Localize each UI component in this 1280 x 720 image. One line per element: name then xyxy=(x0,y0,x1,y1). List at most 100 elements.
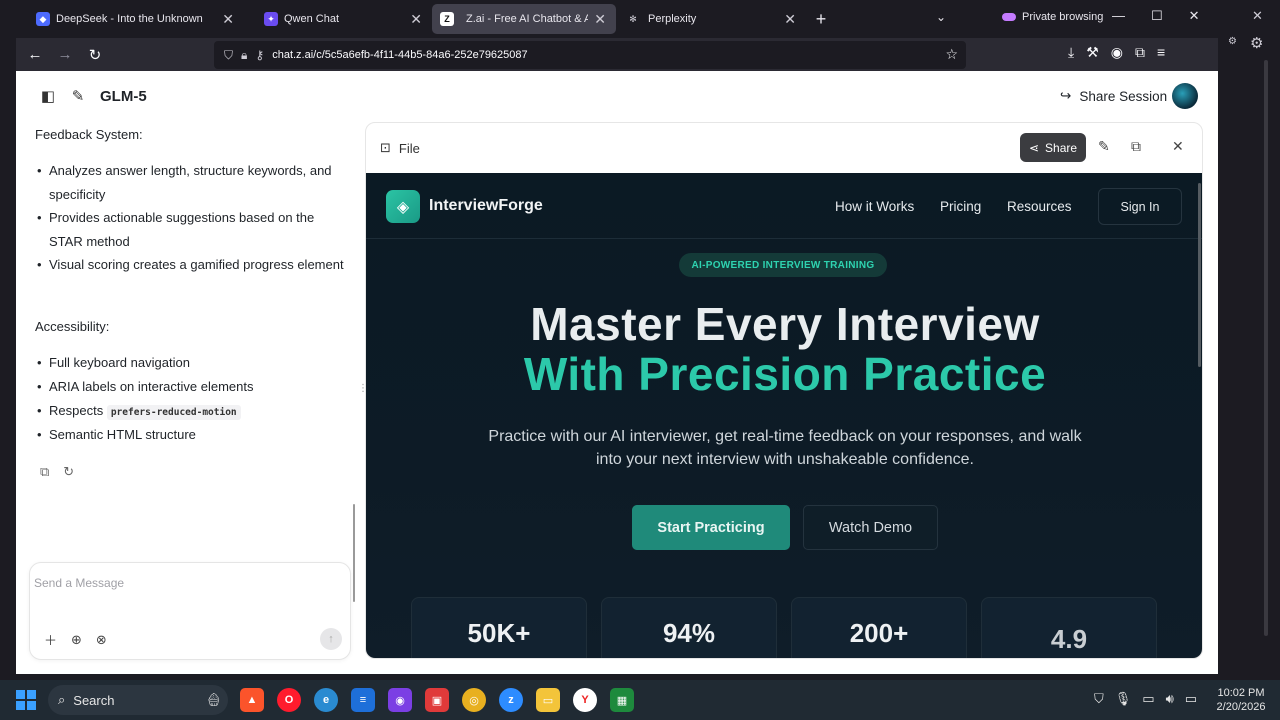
downloads-icon[interactable]: ⤓ xyxy=(1068,44,1074,61)
close-icon[interactable]: ✕ xyxy=(1172,138,1184,155)
taskbar-clock[interactable]: 10:02 PM 2/20/2026 xyxy=(1212,686,1270,714)
message-input[interactable]: Send a Message xyxy=(34,576,124,590)
perplexity-icon: ✻ xyxy=(629,13,637,24)
plus-icon[interactable]: ＋ xyxy=(44,630,57,649)
tab-qwen[interactable]: ✦ Qwen Chat ✕ xyxy=(244,4,432,34)
close-icon[interactable]: ✕ xyxy=(410,11,422,28)
open-external-icon[interactable]: ⧉ xyxy=(1131,138,1141,155)
extensions-icon[interactable]: ⧉ xyxy=(1135,44,1145,61)
lock-icon[interactable]: 🔒︎ xyxy=(241,48,247,63)
close-icon[interactable]: ✕ xyxy=(594,11,606,28)
stat-card: 200+ xyxy=(791,597,967,658)
taskbar-search[interactable]: ⌕ Search 🧁︎ xyxy=(48,685,228,715)
send-button[interactable]: ↑ xyxy=(320,628,342,650)
maximize-icon[interactable]: ☐ xyxy=(1151,8,1163,24)
file-tab[interactable]: ⊡ File xyxy=(380,140,420,156)
windows-start-icon[interactable] xyxy=(16,690,36,710)
reload-icon[interactable]: ↻ xyxy=(80,41,110,69)
notepad-icon[interactable]: ≡ xyxy=(351,688,375,712)
sidebar-toggle-icon[interactable]: ◧ xyxy=(39,87,57,105)
private-browsing-indicator: Private browsing xyxy=(1002,11,1103,23)
artifact-header: ⊡ File ⋖ Share ✎ ⧉ ✕ xyxy=(366,123,1202,173)
wrench-icon[interactable]: ⚒ xyxy=(1086,44,1099,61)
microphone-icon[interactable]: 🎙︎ xyxy=(1115,691,1132,707)
tools-icon[interactable]: ⊗ xyxy=(96,632,107,648)
file-label: File xyxy=(398,140,420,156)
minimize-icon[interactable]: — xyxy=(1112,8,1125,24)
forward-icon[interactable]: → xyxy=(50,41,80,69)
taskbar-apps: ▲ O e ≡ ◉ ▣ ◎ z ▭ Y ▦ xyxy=(240,688,634,712)
extension-icon[interactable]: ⚙ xyxy=(1228,36,1237,47)
app-header: ◧ ✎ GLM-5 ↪ Share Session xyxy=(16,71,1218,121)
page-content: ◧ ✎ GLM-5 ↪ Share Session Feedback Syste… xyxy=(16,71,1218,674)
tab-perplexity[interactable]: ✻ Perplexity ✕ xyxy=(616,4,806,34)
url-text[interactable]: chat.z.ai/c/5c5a6efb-4f11-44b5-84a6-252e… xyxy=(272,49,527,61)
navigation-toolbar: ← → ↻ ⛉ 🔒︎ ⚷ chat.z.ai/c/5c5a6efb-4f11-4… xyxy=(16,38,1218,71)
list-item: ARIA labels on interactive elements xyxy=(35,375,345,399)
new-chat-icon[interactable]: ✎ xyxy=(69,87,87,105)
list-item-text: Respects xyxy=(49,403,104,418)
key-icon[interactable]: ⚷ xyxy=(255,48,264,62)
regenerate-icon[interactable]: ↻ xyxy=(63,464,74,480)
nav-link-pricing[interactable]: Pricing xyxy=(940,199,981,214)
close-icon[interactable]: ✕ xyxy=(784,11,796,28)
chevron-down-icon[interactable]: ⌄ xyxy=(936,10,946,24)
bookmark-star-icon[interactable]: ☆ xyxy=(945,46,958,63)
model-selector[interactable]: GLM-5 xyxy=(100,88,147,105)
close-icon[interactable]: ✕ xyxy=(1252,8,1263,24)
nav-link-how-it-works[interactable]: How it Works xyxy=(835,199,914,214)
stat-card: 94% xyxy=(601,597,777,658)
hero-badge: AI-POWERED INTERVIEW TRAINING xyxy=(679,253,887,277)
background-scrollbar[interactable] xyxy=(1264,60,1268,636)
spreadsheet-icon[interactable]: ▦ xyxy=(610,688,634,712)
watch-demo-button[interactable]: Watch Demo xyxy=(803,505,938,550)
clock-date: 2/20/2026 xyxy=(1216,701,1266,713)
nav-link-resources[interactable]: Resources xyxy=(1007,199,1072,214)
layers-logo-icon[interactable]: ◈ xyxy=(386,190,420,223)
share-session-button[interactable]: ↪ Share Session xyxy=(1060,88,1167,104)
chrome-icon[interactable]: ◎ xyxy=(462,688,486,712)
chat-scrollbar[interactable] xyxy=(353,504,355,602)
brave-icon[interactable]: ▲ xyxy=(240,688,264,712)
edge-icon[interactable]: e xyxy=(314,688,338,712)
gear-icon[interactable]: ⚙ xyxy=(1250,34,1263,52)
close-window-icon[interactable]: ✕ xyxy=(1189,8,1200,24)
zoom-icon[interactable]: z xyxy=(499,688,523,712)
tab-deepseek[interactable]: ◆ DeepSeek - Into the Unknown ✕ xyxy=(16,4,244,34)
sign-in-button[interactable]: Sign In xyxy=(1098,188,1182,225)
account-icon[interactable]: ◉ xyxy=(1111,44,1123,61)
shield-icon[interactable]: ⛉ xyxy=(224,48,233,63)
hero-title-line2: With Precision Practice xyxy=(523,348,1047,400)
share-session-label: Share Session xyxy=(1079,88,1168,104)
private-label: Private browsing xyxy=(1022,11,1104,23)
yandex-icon[interactable]: Y xyxy=(573,688,597,712)
tab-zai[interactable]: Z Z.ai - Free AI Chatbot & Agent powe ✕ xyxy=(432,4,616,34)
close-icon[interactable]: ✕ xyxy=(222,11,234,28)
back-icon[interactable]: ← xyxy=(20,41,50,69)
edit-icon[interactable]: ✎ xyxy=(1098,138,1110,155)
opera-icon[interactable]: O xyxy=(277,688,301,712)
globe-icon[interactable]: ⊕ xyxy=(71,632,82,648)
battery-icon[interactable]: ▭ xyxy=(1185,691,1197,707)
start-practicing-button[interactable]: Start Practicing xyxy=(632,505,790,550)
stat-card: 4.9 xyxy=(981,597,1157,658)
qwen-icon: ✦ xyxy=(264,12,278,26)
hero-title-line1: Master Every Interview xyxy=(530,298,1040,350)
address-bar[interactable]: ⛉ 🔒︎ ⚷ chat.z.ai/c/5c5a6efb-4f11-44b5-84… xyxy=(214,41,966,69)
new-tab-button[interactable]: + xyxy=(806,4,836,34)
folder-icon[interactable]: ▭ xyxy=(536,688,560,712)
volume-icon[interactable]: 🔊︎ xyxy=(1166,691,1174,707)
discord-icon[interactable]: ◉ xyxy=(388,688,412,712)
menu-icon[interactable]: ≡ xyxy=(1157,44,1165,61)
network-icon[interactable]: ▭ xyxy=(1142,691,1154,707)
app-icon[interactable]: ▣ xyxy=(425,688,449,712)
brand-name[interactable]: InterviewForge xyxy=(429,197,543,215)
share-icon: ⋖ xyxy=(1028,140,1040,155)
copy-icon[interactable]: ⧉ xyxy=(40,464,49,480)
security-icon[interactable]: ⛉ xyxy=(1094,691,1104,707)
search-label: Search xyxy=(73,692,115,708)
avatar[interactable] xyxy=(1172,83,1198,109)
inline-code: prefers-reduced-motion xyxy=(106,405,241,420)
tab-title: Perplexity xyxy=(648,13,697,25)
share-button[interactable]: ⋖ Share xyxy=(1020,133,1086,162)
